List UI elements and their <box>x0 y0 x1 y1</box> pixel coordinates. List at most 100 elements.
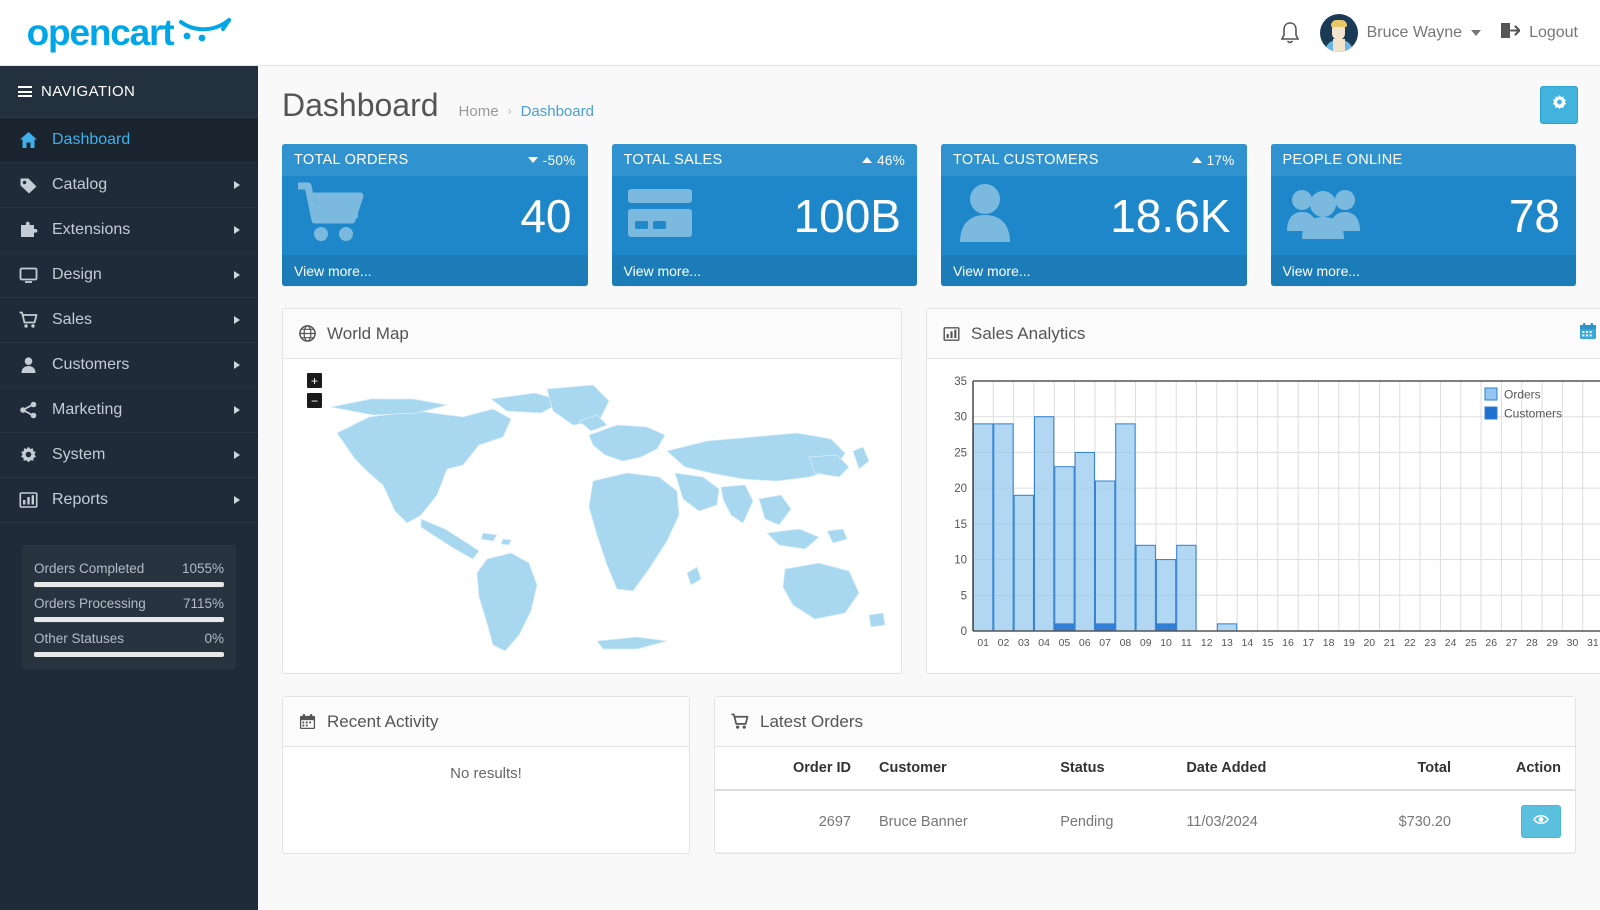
svg-text:17: 17 <box>1302 637 1314 649</box>
stat-label: Orders Processing <box>34 596 146 611</box>
tile-value: 18.6K <box>1110 193 1230 239</box>
tile-view-more[interactable]: View more... <box>612 255 918 286</box>
logo[interactable]: opencart <box>0 0 258 66</box>
person-icon <box>955 182 1015 249</box>
svg-text:29: 29 <box>1546 637 1558 649</box>
tile-title: TOTAL ORDERS <box>294 152 409 168</box>
tile-total-orders[interactable]: TOTAL ORDERS -50% 40 View more... <box>282 144 588 286</box>
tile-value: 78 <box>1509 193 1560 239</box>
stat-value: 1055% <box>182 561 224 576</box>
sidebar-item-catalog[interactable]: Catalog <box>0 163 258 208</box>
tile-view-more[interactable]: View more... <box>941 255 1247 286</box>
sidebar-item-reports[interactable]: Reports <box>0 478 258 523</box>
tile-total-customers[interactable]: TOTAL CUSTOMERS 17% 18.6K View more... <box>941 144 1247 286</box>
stat-label: Other Statuses <box>34 631 124 646</box>
chevron-right-icon <box>234 361 240 369</box>
sidebar-item-label: Reports <box>52 491 221 509</box>
sidebar-item-customers[interactable]: Customers <box>0 343 258 388</box>
svg-text:10: 10 <box>954 555 967 567</box>
svg-text:12: 12 <box>1201 637 1213 649</box>
svg-text:06: 06 <box>1079 637 1091 649</box>
home-icon <box>18 131 39 149</box>
sidebar-item-label: Customers <box>52 356 221 374</box>
column-date-added: Date Added <box>1172 747 1340 790</box>
svg-text:25: 25 <box>954 447 967 459</box>
sidebar-item-marketing[interactable]: Marketing <box>0 388 258 433</box>
map-zoom-in-button[interactable]: + <box>307 373 322 388</box>
tile-view-more[interactable]: View more... <box>282 255 588 286</box>
breadcrumb-dashboard[interactable]: Dashboard <box>521 103 594 120</box>
tile-percent-value: -50% <box>543 153 576 168</box>
logout-button[interactable]: Logout <box>1499 21 1578 45</box>
sidebar-item-design[interactable]: Design <box>0 253 258 298</box>
cell-total: $730.20 <box>1340 790 1465 853</box>
chevron-right-icon <box>234 226 240 234</box>
sidebar-item-label: Marketing <box>52 401 221 419</box>
svg-text:30: 30 <box>954 412 967 424</box>
sidebar-item-label: Design <box>52 266 221 284</box>
svg-text:27: 27 <box>1506 637 1518 649</box>
credit-card-icon <box>626 185 694 246</box>
stat-other-statuses: Other Statuses 0% <box>34 622 224 657</box>
column-total: Total <box>1340 747 1465 790</box>
svg-text:01: 01 <box>977 637 989 649</box>
table-row: 2697 Bruce Banner Pending 11/03/2024 $73… <box>715 790 1575 853</box>
navigation-title: NAVIGATION <box>0 66 258 118</box>
map-zoom-out-button[interactable]: − <box>307 393 322 408</box>
svg-text:19: 19 <box>1343 637 1355 649</box>
svg-text:14: 14 <box>1242 637 1254 649</box>
sidebar-item-extensions[interactable]: Extensions <box>0 208 258 253</box>
chevron-right-icon <box>234 181 240 189</box>
tile-total-sales[interactable]: TOTAL SALES 46% 100B View more... <box>612 144 918 286</box>
sidebar-item-system[interactable]: System <box>0 433 258 478</box>
svg-text:11: 11 <box>1181 637 1192 649</box>
sidebar-item-dashboard[interactable]: Dashboard <box>0 118 258 163</box>
view-order-button[interactable] <box>1521 805 1561 838</box>
svg-text:04: 04 <box>1038 637 1050 649</box>
svg-text:21: 21 <box>1384 637 1396 649</box>
gear-icon <box>1551 94 1568 116</box>
svg-text:07: 07 <box>1099 637 1111 649</box>
shopping-cart-icon <box>296 182 364 249</box>
breadcrumb-separator: › <box>508 104 512 118</box>
svg-text:28: 28 <box>1526 637 1538 649</box>
svg-text:30: 30 <box>1567 637 1579 649</box>
svg-text:16: 16 <box>1282 637 1294 649</box>
tile-percent-value: 17% <box>1207 153 1235 168</box>
avatar <box>1320 14 1358 52</box>
sidebar-item-label: Dashboard <box>52 131 240 149</box>
calendar-icon <box>1579 322 1597 345</box>
tile-view-more[interactable]: View more... <box>1271 255 1577 286</box>
svg-text:31: 31 <box>1587 637 1599 649</box>
sales-analytics-chart[interactable]: 0510152025303501020304050607080910111213… <box>927 359 1600 673</box>
world-map-canvas[interactable]: + − <box>283 359 901 673</box>
chevron-right-icon <box>234 316 240 324</box>
settings-button[interactable] <box>1540 86 1578 124</box>
svg-text:10: 10 <box>1160 637 1172 649</box>
svg-text:22: 22 <box>1404 637 1416 649</box>
bar-chart-icon <box>943 326 960 342</box>
sidebar-item-sales[interactable]: Sales <box>0 298 258 343</box>
svg-text:Orders: Orders <box>1504 388 1541 402</box>
breadcrumb-home[interactable]: Home <box>459 103 499 120</box>
recent-activity-empty: No results! <box>283 747 689 800</box>
bell-icon <box>1278 20 1302 46</box>
sidebar-item-label: System <box>52 446 221 464</box>
svg-text:5: 5 <box>961 590 967 602</box>
notifications-button[interactable] <box>1278 20 1302 46</box>
tile-title: PEOPLE ONLINE <box>1283 152 1403 168</box>
date-range-dropdown[interactable] <box>1579 322 1600 345</box>
user-menu-button[interactable]: Bruce Wayne <box>1320 14 1481 52</box>
panel-title-label: Latest Orders <box>760 712 863 732</box>
panel-title-label: Recent Activity <box>327 712 439 732</box>
globe-icon <box>299 325 316 342</box>
logout-icon <box>1499 21 1520 45</box>
svg-text:23: 23 <box>1424 637 1436 649</box>
tile-people-online[interactable]: PEOPLE ONLINE 78 View more... <box>1271 144 1577 286</box>
svg-text:0: 0 <box>961 626 967 638</box>
svg-text:02: 02 <box>998 637 1010 649</box>
svg-text:18: 18 <box>1323 637 1335 649</box>
chevron-right-icon <box>234 406 240 414</box>
page-header: Dashboard Home › Dashboard <box>258 66 1600 144</box>
stat-orders-processing: Orders Processing 7115% <box>34 587 224 622</box>
